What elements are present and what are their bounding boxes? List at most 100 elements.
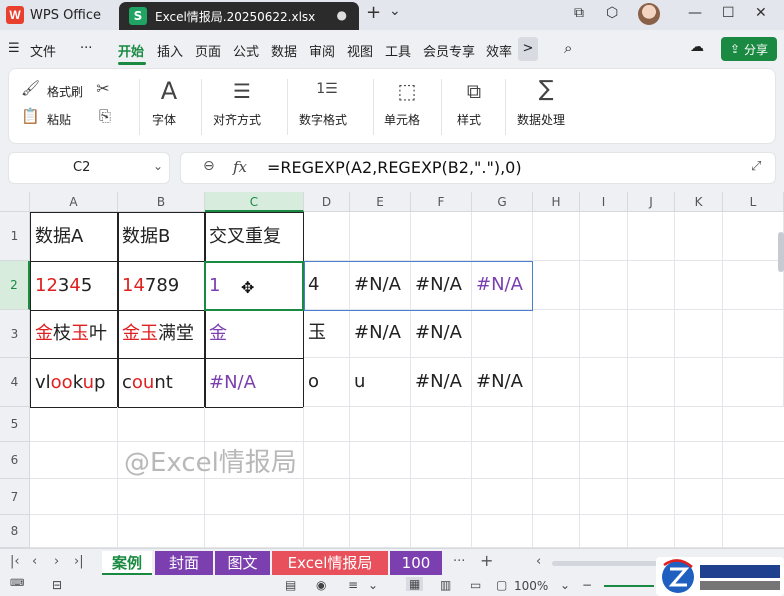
format-painter-button[interactable]: 格式刷 [47,83,83,100]
grid-icon[interactable]: ▤ [285,578,296,592]
cell-d1[interactable] [304,212,350,261]
menu-member[interactable]: 会员专享 [423,41,475,60]
new-tab-button[interactable]: + [366,2,381,23]
row-header-3[interactable]: 3 [0,310,30,358]
cell-d3[interactable]: 玉 [304,310,350,358]
cell-c1[interactable]: 交叉重复 [204,212,304,262]
menu-efficiency[interactable]: 效率 [486,41,512,60]
cell-b3[interactable]: 金玉满堂 [117,310,206,359]
row-header-7[interactable]: 7 [0,479,30,515]
cell-i4[interactable] [580,358,628,407]
menu-formula[interactable]: 公式 [233,41,259,60]
formula-bar[interactable]: ⊖ fx =REGEXP(A2,REGEXP(B2,"."),0) ⤢ [180,152,776,184]
cell-g3[interactable] [472,310,533,358]
zoom-slider[interactable] [604,585,654,587]
cloud-upload-icon[interactable]: ☁ [690,39,704,55]
cell-c3[interactable]: 金 [204,310,304,359]
modified-dot-icon[interactable]: ● [337,8,347,22]
menu-data[interactable]: 数据 [271,41,297,60]
menu-home[interactable]: 开始 [118,41,144,60]
zoom-out-icon[interactable]: − [582,578,592,592]
style-button[interactable]: 样式 [457,111,481,128]
column-header-b[interactable]: B [118,192,205,212]
cell-b1[interactable]: 数据B [117,212,206,262]
close-button[interactable]: ✕ [755,5,767,21]
page-layout-icon[interactable]: ▥ [440,578,451,592]
cell-b4[interactable]: count [117,358,206,408]
wps-office-tab[interactable]: W WPS Office [6,3,101,27]
restore-window-icon[interactable]: ⧉ [574,5,584,21]
cell-a2[interactable]: 12345 [30,261,119,311]
cell-a4[interactable]: vlookup [30,358,119,408]
menu-page[interactable]: 页面 [195,41,221,60]
number-format-button[interactable]: 数字格式 [299,111,347,128]
cell-j4[interactable] [628,358,675,407]
menu-tools[interactable]: 工具 [385,41,411,60]
normal-view-icon[interactable]: ▦ [406,577,424,591]
macro-icon[interactable]: ⊟ [52,578,62,592]
cell-e4[interactable]: u [350,358,411,407]
row-header-6[interactable]: 6 [0,442,30,479]
column-header-c[interactable]: C [205,192,304,212]
cell-i2[interactable] [580,261,628,310]
cell-j2[interactable] [628,261,675,310]
cell-e3[interactable]: #N/A [350,310,411,358]
align-button[interactable]: 对齐方式 [213,111,261,128]
cell-k2[interactable] [675,261,723,310]
status-menu-icon[interactable]: ≡ [348,578,358,592]
formula-content[interactable]: =REGEXP(A2,REGEXP(B2,"."),0) [267,158,522,177]
cell-f1[interactable] [411,212,472,261]
zoom-level[interactable]: 100% [514,579,548,593]
sheet-tab-cover[interactable]: 封面 [155,551,213,575]
column-header-d[interactable]: D [304,192,350,212]
zoom-search-icon[interactable]: ⊖ [203,158,215,174]
status-dropdown-icon[interactable]: ⌄ [368,578,378,592]
scroll-left-icon[interactable]: ‹ [536,554,541,569]
menu-view[interactable]: 视图 [347,41,373,60]
cell-l3[interactable] [723,310,784,358]
name-box[interactable]: C2 ⌄ [8,152,170,184]
cell-f4[interactable]: #N/A [411,358,472,407]
column-header-h[interactable]: H [533,192,580,212]
column-header-a[interactable]: A [30,192,118,212]
share-button[interactable]: ⇪ 分享 [721,37,777,61]
menu-more[interactable]: ··· [80,41,92,56]
menu-insert[interactable]: 插入 [157,41,183,60]
cell-k4[interactable] [675,358,723,407]
column-header-i[interactable]: I [580,192,628,212]
next-sheet-icon[interactable]: › [54,554,59,569]
cell-l1[interactable] [723,212,784,261]
cell-j1[interactable] [628,212,675,261]
search-icon[interactable]: ⌕ [564,39,572,57]
column-header-g[interactable]: G [472,192,533,212]
cube-icon[interactable]: ⬡ [606,5,618,21]
cell-l4[interactable] [723,358,784,407]
cell-c4[interactable]: #N/A [204,358,304,408]
row-header-5[interactable]: 5 [0,407,30,442]
cell-g4[interactable]: #N/A [472,358,533,407]
cell-f3[interactable]: #N/A [411,310,472,358]
row-header-4[interactable]: 4 [0,358,30,407]
first-sheet-icon[interactable]: |‹ [10,554,20,569]
row-header-2[interactable]: 2 [0,261,30,310]
row-header-8[interactable]: 8 [0,515,30,548]
menu-file[interactable]: 文件 [30,41,56,60]
cell-button[interactable]: 单元格 [384,111,420,128]
page-break-icon[interactable]: ▭ [470,578,481,592]
cell-a1[interactable]: 数据A [30,212,119,262]
prev-sheet-icon[interactable]: ‹ [32,554,37,569]
eye-protection-icon[interactable]: ◉ [316,578,326,592]
minimize-button[interactable]: — [688,5,702,21]
user-avatar[interactable] [638,3,660,25]
column-header-e[interactable]: E [350,192,411,212]
cell-d4[interactable]: o [304,358,350,407]
data-process-button[interactable]: 数据处理 [517,111,565,128]
cell-l2[interactable] [723,261,784,310]
add-sheet-button[interactable]: + [480,551,493,570]
menu-scroll-right-button[interactable]: > [518,37,538,61]
cell-j3[interactable] [628,310,675,358]
sheet-tab-graphic[interactable]: 图文 [215,551,270,575]
cut-icon[interactable]: ✂ [93,79,113,98]
cell-k1[interactable] [675,212,723,261]
sheet-tab-100[interactable]: 100 [390,551,442,575]
